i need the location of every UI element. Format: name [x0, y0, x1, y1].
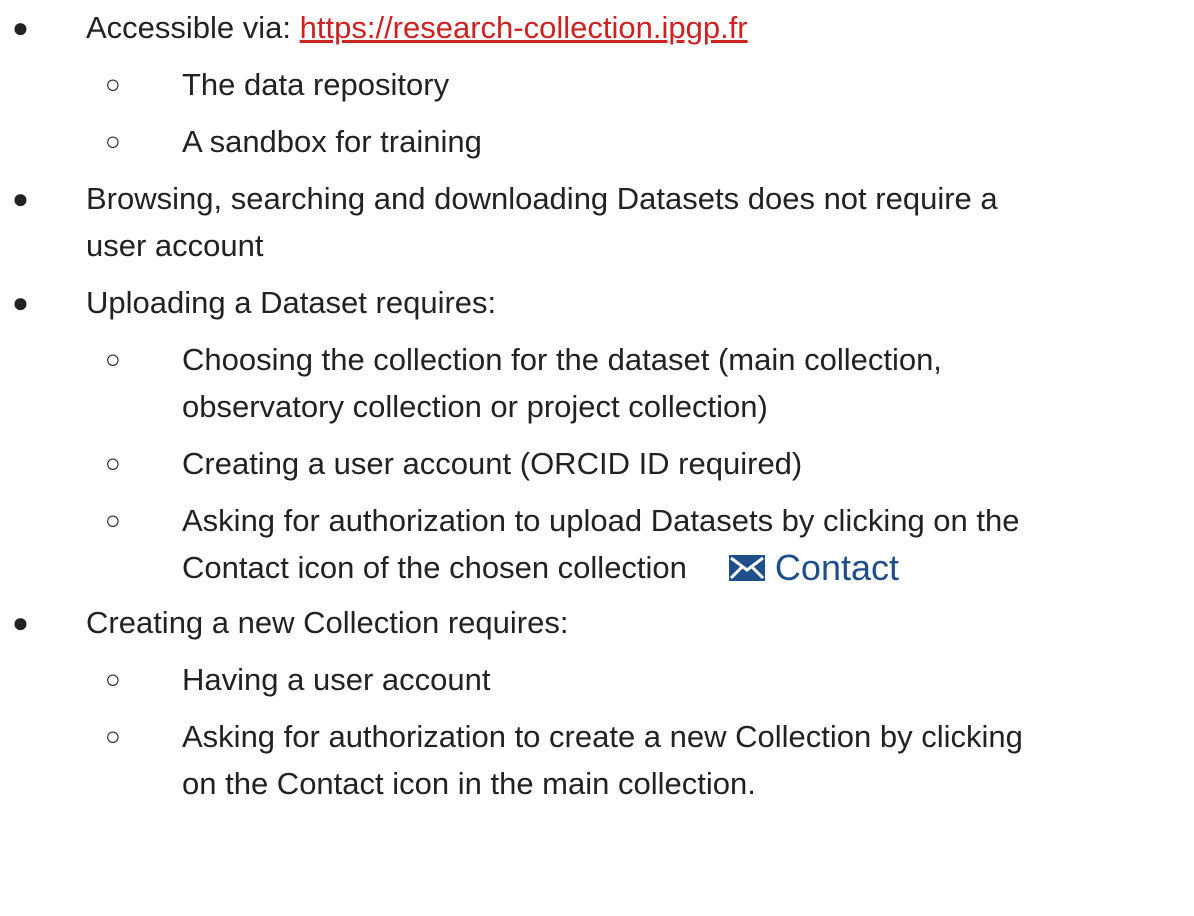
bullet-circle: ○	[105, 448, 121, 478]
bullet-text-line: user account	[86, 228, 264, 263]
bullet-dot: ●	[12, 607, 29, 638]
sub-bullet-text-line: Asking for authorization to create a new…	[182, 719, 1023, 754]
bullet-access: ● Accessible via: https://research-colle…	[0, 4, 1194, 51]
bullet-circle: ○	[105, 721, 121, 751]
bullet-dot: ●	[12, 287, 29, 318]
sub-bullet-text: The data repository	[182, 67, 450, 102]
bullet-dot: ●	[12, 12, 29, 43]
bullet-dot: ●	[12, 183, 29, 214]
bullet-circle: ○	[105, 126, 121, 156]
sub-bullet-text-line: Asking for authorization to upload Datas…	[182, 503, 1020, 538]
bullet-browsing: ● Browsing, searching and downloading Da…	[0, 175, 1194, 269]
sub-bullet-text-line: Choosing the collection for the dataset …	[182, 342, 942, 377]
sub-bullet-ask-upload: ○ Asking for authorization to upload Dat…	[0, 497, 1194, 591]
bullet-text: Creating a new Collection requires:	[86, 605, 569, 640]
contact-button-label: Contact	[774, 547, 899, 588]
sub-bullet-text: A sandbox for training	[182, 124, 482, 159]
envelope-icon	[728, 554, 765, 581]
bullet-uploading: ● Uploading a Dataset requires:	[0, 279, 1194, 326]
bullet-text-line: Browsing, searching and downloading Data…	[86, 181, 998, 216]
slide-content: ● Accessible via: https://research-colle…	[0, 0, 1194, 916]
bullet-list: ● Accessible via: https://research-colle…	[0, 4, 1194, 807]
access-prefix: Accessible via:	[86, 10, 300, 45]
sub-bullet-have-account: ○ Having a user account	[0, 656, 1194, 703]
bullet-circle: ○	[105, 664, 121, 694]
bullet-new-collection: ● Creating a new Collection requires:	[0, 599, 1194, 646]
sub-bullet-create-account: ○ Creating a user account (ORCID ID requ…	[0, 440, 1194, 487]
bullet-text: Uploading a Dataset requires:	[86, 285, 497, 320]
bullet-circle: ○	[105, 69, 121, 99]
bullet-circle: ○	[105, 344, 121, 374]
sub-bullet-choose-collection: ○ Choosing the collection for the datase…	[0, 336, 1194, 430]
sub-bullet-text: Having a user account	[182, 662, 491, 697]
sub-bullet-text-line: Contact icon of the chosen collection	[182, 550, 687, 585]
sub-bullet-text-line: observatory collection or project collec…	[182, 389, 768, 424]
sub-bullet-sandbox: ○ A sandbox for training	[0, 118, 1194, 165]
sub-bullet-repository: ○ The data repository	[0, 61, 1194, 108]
sub-bullet-ask-create: ○ Asking for authorization to create a n…	[0, 713, 1194, 807]
contact-button[interactable]: Contact	[728, 544, 899, 591]
sub-bullet-text: Creating a user account (ORCID ID requir…	[182, 446, 803, 481]
sub-bullet-text-line: on the Contact icon in the main collecti…	[182, 766, 756, 801]
bullet-circle: ○	[105, 505, 121, 535]
repository-link[interactable]: https://research-collection.ipgp.fr	[300, 10, 748, 45]
